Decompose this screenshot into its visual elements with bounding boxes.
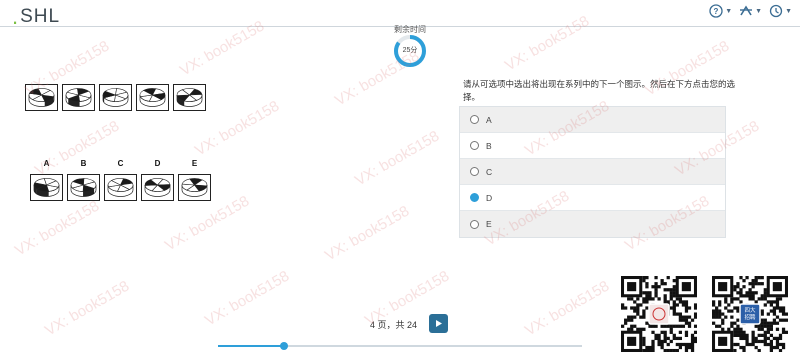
option-figures <box>30 174 215 201</box>
option-letter-d: D <box>154 159 161 168</box>
progress-knob <box>279 342 288 350</box>
progress-fill <box>218 345 284 347</box>
option-figure-a <box>30 174 63 201</box>
qr-badge-text: 四大 <box>744 306 756 314</box>
option-letter-e: E <box>191 159 198 168</box>
choice-e-label: E <box>486 219 492 229</box>
series-figure-3 <box>99 84 132 111</box>
series-figure-2 <box>62 84 95 111</box>
help-circle-icon: ? <box>709 4 723 18</box>
help-button[interactable]: ? ▼ <box>709 4 732 18</box>
choice-c-label: C <box>486 166 493 177</box>
watermark-text: VX: book5158 <box>12 197 103 260</box>
header-icons: ? ▼ ▼ ▼ <box>709 4 792 18</box>
answer-choices: A B C D E <box>459 106 726 238</box>
series-figure-5 <box>173 84 206 111</box>
accessibility-button[interactable]: ▼ <box>739 4 762 18</box>
chevron-down-icon: ▼ <box>785 7 792 15</box>
choice-d[interactable]: D <box>460 185 725 211</box>
option-figure-c <box>104 174 137 201</box>
option-figure-e <box>178 174 211 201</box>
next-page-button[interactable] <box>429 314 448 333</box>
series-figures <box>25 84 210 111</box>
countdown-timer: 25分 <box>393 34 427 68</box>
option-letter-a: A <box>43 159 50 168</box>
radio-c[interactable] <box>470 167 479 176</box>
option-figure-b <box>67 174 100 201</box>
watermark-text: VX: book5158 <box>32 117 123 180</box>
timer-value: 25分 <box>402 47 418 54</box>
progress-bar <box>218 342 582 350</box>
question-text: 请从可选项中选出将出现在系列中的下一个图示。然后在下方点击您的选择。 <box>463 79 736 102</box>
play-icon <box>436 320 442 327</box>
choice-a-label: A <box>486 114 492 125</box>
choice-b-label: B <box>486 140 492 151</box>
settings-icon <box>769 4 783 18</box>
radio-d[interactable] <box>470 193 479 202</box>
chevron-down-icon: ▼ <box>755 7 763 15</box>
watermark-text: VX: book5158 <box>352 127 443 190</box>
watermark-text: VX: book5158 <box>202 267 293 330</box>
watermark-text: VX: book5158 <box>162 192 253 255</box>
watermark-text: VX: book5158 <box>522 277 613 340</box>
series-figure-1 <box>25 84 58 111</box>
radio-b[interactable] <box>470 141 479 150</box>
header-bar: .SHL ? ▼ ▼ ▼ <box>0 0 800 29</box>
page-indicator: 4 页，共 24 <box>370 320 418 330</box>
radio-a[interactable] <box>470 115 479 124</box>
option-letter-c: C <box>117 159 124 168</box>
choice-c[interactable]: C <box>460 159 725 185</box>
choice-b[interactable]: B <box>460 133 725 159</box>
choice-d-label: D <box>486 192 493 203</box>
qr-code-right: 四大招聘 <box>712 276 788 352</box>
accessibility-icon <box>740 5 753 16</box>
option-letter-b: B <box>80 159 87 168</box>
qr-badge-text: 招聘 <box>744 313 756 321</box>
qr-code-left <box>621 276 697 352</box>
settings-button[interactable]: ▼ <box>769 4 792 18</box>
series-figure-4 <box>136 84 169 111</box>
chevron-down-icon: ▼ <box>725 7 733 15</box>
choice-a[interactable]: A <box>460 107 725 133</box>
option-figure-d <box>141 174 174 201</box>
watermark-text: VX: book5158 <box>322 202 413 265</box>
watermark-text: VX: book5158 <box>42 277 133 340</box>
choice-e[interactable]: E <box>460 211 725 237</box>
svg-text:?: ? <box>714 7 719 16</box>
radio-e[interactable] <box>470 219 479 229</box>
